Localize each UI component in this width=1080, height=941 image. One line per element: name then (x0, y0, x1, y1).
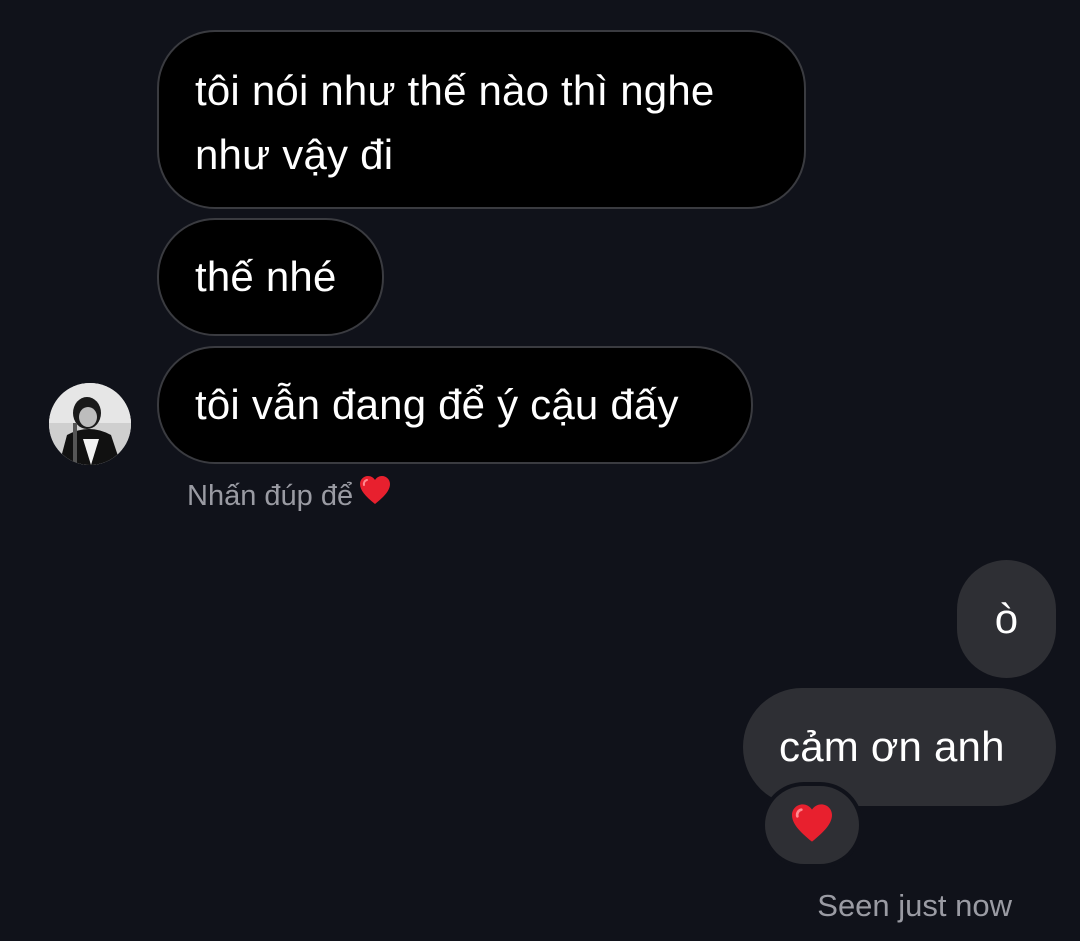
red-heart-icon (790, 803, 834, 848)
profile-photo (49, 383, 131, 465)
incoming-message-bubble[interactable]: tôi vẫn đang để ý cậu đấy (157, 346, 753, 464)
outgoing-message-bubble[interactable]: ò (957, 560, 1056, 678)
avatar[interactable] (49, 383, 131, 465)
message-text: tôi nói như thế nào thì nghe như vậy đi (195, 67, 715, 178)
message-text: cảm ơn anh (779, 723, 1005, 770)
incoming-message-bubble[interactable]: thế nhé (157, 218, 384, 336)
seen-status: Seen just now (817, 888, 1012, 923)
message-text: tôi vẫn đang để ý cậu đấy (195, 381, 679, 428)
reaction-badge[interactable] (765, 786, 859, 864)
heart-icon (359, 475, 391, 514)
incoming-message-bubble[interactable]: tôi nói như thế nào thì nghe như vậy đi (157, 30, 806, 209)
hint-text: Nhấn đúp để (187, 480, 354, 513)
double-tap-like-hint: Nhấn đúp để (187, 475, 391, 517)
message-text: ò (994, 595, 1019, 642)
message-text: thế nhé (195, 253, 337, 300)
